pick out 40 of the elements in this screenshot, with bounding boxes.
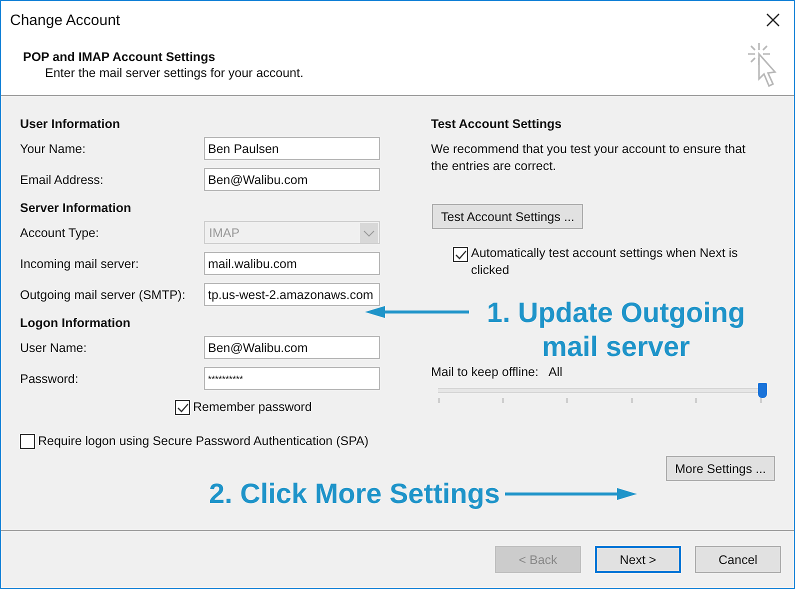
arrow-icon bbox=[365, 305, 469, 319]
input-field[interactable]: tp.us-west-2.amazonaws.com bbox=[204, 283, 380, 306]
offline-label: Mail to keep offline: bbox=[431, 365, 538, 379]
input-field[interactable]: Ben@Walibu.com bbox=[204, 336, 380, 359]
checkbox[interactable] bbox=[20, 434, 35, 449]
field-label: Your Name: bbox=[20, 142, 86, 156]
field-label: Password: bbox=[20, 372, 78, 386]
section-heading: Test Account Settings bbox=[431, 116, 563, 133]
field-label: Incoming mail server: bbox=[20, 256, 139, 270]
checkbox[interactable] bbox=[453, 247, 468, 262]
chevron-icon bbox=[360, 222, 378, 242]
offline-value: All bbox=[548, 365, 562, 379]
more-settings-button[interactable]: More Settings ... bbox=[666, 456, 775, 481]
field-label: Email Address: bbox=[20, 172, 104, 186]
input-field[interactable]: Ben@Walibu.com bbox=[204, 168, 380, 191]
slider-thumb[interactable] bbox=[758, 383, 767, 398]
header-subtitle: Enter the mail server settings for your account. bbox=[45, 66, 304, 80]
test-account-settings-button[interactable]: Test Account Settings ... bbox=[432, 204, 584, 229]
section-heading: Server Information bbox=[20, 200, 132, 217]
header-title: POP and IMAP Account Settings bbox=[23, 50, 216, 64]
annotation-text: 2. Click More Settings bbox=[209, 477, 500, 511]
window-title: Change Account bbox=[10, 12, 120, 28]
checkbox[interactable] bbox=[175, 400, 190, 415]
close-icon[interactable] bbox=[766, 13, 780, 27]
description-text: We recommend that you test your account to ensure that the entries are correct. bbox=[431, 141, 747, 175]
field-label: Account Type: bbox=[20, 226, 99, 240]
dialog-button[interactable]: Next > bbox=[595, 546, 681, 573]
input-field[interactable]: Ben Paulsen bbox=[204, 137, 380, 160]
section-heading: Logon Information bbox=[20, 315, 132, 332]
field-label: User Name: bbox=[20, 340, 87, 354]
password-field[interactable]: ********** bbox=[204, 367, 380, 390]
checkbox-label: Automatically test account settings when Next is clicked bbox=[471, 245, 739, 279]
section-heading: User Information bbox=[20, 116, 122, 133]
input-field[interactable]: mail.walibu.com bbox=[204, 252, 380, 275]
dialog-button[interactable]: Cancel bbox=[695, 546, 781, 573]
checkbox-label: Require logon using Secure Password Authentication (SPA) bbox=[38, 434, 369, 448]
arrow-icon bbox=[505, 487, 637, 501]
checkbox-label: Remember password bbox=[193, 400, 312, 414]
field-label: Outgoing mail server (SMTP): bbox=[20, 288, 186, 302]
annotation-text: 1. Update Outgoing mail server bbox=[486, 296, 746, 364]
